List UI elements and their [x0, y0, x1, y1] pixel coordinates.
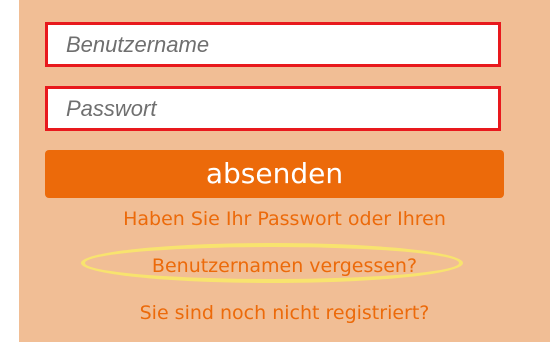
forgot-credentials-link-line2[interactable]: Benutzernamen vergessen?: [19, 255, 550, 277]
forgot-credentials-link-line1[interactable]: Haben Sie Ihr Passwort oder Ihren: [19, 208, 550, 230]
username-input[interactable]: [45, 22, 501, 67]
password-input[interactable]: [45, 86, 501, 131]
submit-button[interactable]: absenden: [45, 150, 504, 198]
register-link[interactable]: Sie sind noch nicht registriert?: [19, 302, 550, 324]
